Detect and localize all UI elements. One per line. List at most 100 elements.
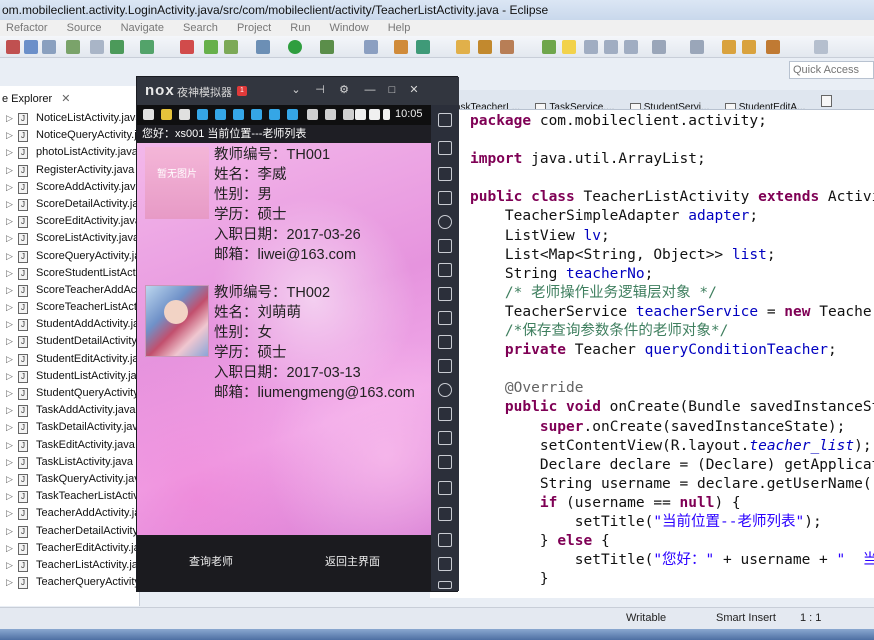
pin-icon[interactable]: ⊣ bbox=[313, 83, 327, 97]
home-icon[interactable] bbox=[438, 557, 452, 571]
menu-search[interactable]: Search bbox=[183, 22, 218, 34]
back-icon[interactable] bbox=[438, 533, 452, 547]
more-icon[interactable] bbox=[438, 481, 452, 495]
save-icon[interactable] bbox=[24, 40, 38, 54]
file-tree-item[interactable]: ▷ J TaskEditActivity.java bbox=[0, 437, 140, 454]
menu-run[interactable]: Run bbox=[290, 22, 310, 34]
toggle-block-icon[interactable] bbox=[584, 40, 598, 54]
debug-icon[interactable] bbox=[256, 40, 270, 54]
volume-down-icon[interactable] bbox=[438, 335, 452, 349]
apk-icon[interactable] bbox=[438, 263, 452, 277]
expand-arrow-icon[interactable]: ▷ bbox=[6, 196, 14, 213]
code-editor[interactable]: package com.mobileclient.activity; impor… bbox=[458, 110, 874, 598]
menu-help[interactable]: Help bbox=[388, 22, 411, 34]
record-icon[interactable] bbox=[438, 431, 452, 445]
volume-icon[interactable] bbox=[438, 167, 452, 181]
file-tree-item[interactable]: ▷ J ScoreListActivity.java bbox=[0, 230, 140, 247]
expand-arrow-icon[interactable]: ▷ bbox=[6, 333, 14, 350]
quick-access-input[interactable] bbox=[789, 61, 874, 79]
file-tree-item[interactable]: ▷ J TeacherQueryActivity.java bbox=[0, 574, 162, 591]
expand-arrow-icon[interactable]: ▷ bbox=[6, 144, 14, 161]
expand-arrow-icon[interactable]: ▷ bbox=[6, 437, 14, 454]
forward-arrow-icon[interactable] bbox=[766, 40, 780, 54]
expand-arrow-icon[interactable]: ▷ bbox=[6, 282, 14, 299]
save-all-icon[interactable] bbox=[42, 40, 56, 54]
expand-arrow-icon[interactable]: ▷ bbox=[6, 230, 14, 247]
emulator-titlebar[interactable]: nox 夜神模拟器 1 ⌄ ⊣ ⚙ — □ ✕ bbox=[137, 77, 459, 105]
file-tree-item[interactable]: ▷ J StudentDetailActivity.java bbox=[0, 333, 159, 350]
search-icon[interactable] bbox=[500, 40, 514, 54]
expand-arrow-icon[interactable]: ▷ bbox=[6, 540, 14, 557]
query-teacher-button[interactable]: 查询老师 bbox=[189, 553, 233, 569]
fullscreen-icon[interactable] bbox=[438, 287, 452, 301]
file-tree-item[interactable]: ▷ J TaskTeacherListActivity.java bbox=[0, 488, 172, 505]
recent-apps-icon[interactable] bbox=[438, 581, 452, 589]
tab-student-edit[interactable]: StudentEditA... bbox=[719, 98, 812, 109]
expand-arrow-icon[interactable]: ▷ bbox=[6, 402, 14, 419]
expand-arrow-icon[interactable]: ▷ bbox=[6, 385, 14, 402]
show-whitespace-icon[interactable] bbox=[604, 40, 618, 54]
terminal-icon[interactable] bbox=[90, 40, 104, 54]
file-tree-item[interactable]: ▷ J NoticeListActivity.java bbox=[0, 110, 142, 127]
expand-arrow-icon[interactable]: ▷ bbox=[6, 488, 14, 505]
open-type-icon[interactable] bbox=[456, 40, 470, 54]
skip-breakpoints-icon[interactable] bbox=[364, 40, 378, 54]
expand-arrow-icon[interactable]: ▷ bbox=[6, 523, 14, 540]
expand-arrow-icon[interactable]: ▷ bbox=[6, 299, 14, 316]
file-tree-item[interactable]: ▷ J StudentAddActivity.java bbox=[0, 316, 151, 333]
back-icon[interactable] bbox=[722, 40, 736, 54]
new-icon[interactable] bbox=[6, 40, 20, 54]
tab-student-service[interactable]: StudentServi... bbox=[624, 98, 716, 109]
minimize-icon[interactable]: — bbox=[363, 83, 377, 97]
list-item[interactable]: 教师编号：TH002 姓名：刘萌萌 性别：女 学历：硕士 入职日期：2017-0… bbox=[137, 281, 431, 415]
file-tree-item[interactable]: ▷ J ScoreTeacherAddActivity.java bbox=[0, 282, 181, 299]
file-tree-item[interactable]: ▷ J TaskAddActivity.java bbox=[0, 402, 140, 419]
android-sdk-icon[interactable] bbox=[110, 40, 124, 54]
keyboard-icon[interactable] bbox=[438, 407, 452, 421]
file-tree-item[interactable]: ▷ J TeacherEditActivity.java bbox=[0, 540, 151, 557]
expand-arrow-icon[interactable]: ▷ bbox=[6, 505, 14, 522]
avd-icon[interactable] bbox=[204, 40, 218, 54]
file-tree-item[interactable]: ▷ J ScoreQueryActivity.java bbox=[0, 248, 152, 265]
scissors-icon[interactable] bbox=[438, 191, 452, 205]
phone-icon[interactable] bbox=[438, 141, 452, 155]
package-explorer-tab[interactable]: e Explorer ✕ bbox=[0, 90, 70, 108]
expand-arrow-icon[interactable]: ▷ bbox=[6, 110, 14, 127]
teacher-list[interactable]: 暂无图片 教师编号：TH001 姓名：李威 性别：男 学历：硕士 入职日期：20… bbox=[137, 143, 431, 535]
menu-navigate[interactable]: Navigate bbox=[121, 22, 164, 34]
highlight-icon[interactable] bbox=[562, 40, 576, 54]
last-edit-icon[interactable] bbox=[690, 40, 704, 54]
expand-arrow-icon[interactable]: ▷ bbox=[6, 316, 14, 333]
file-tree-item[interactable]: ▷ J TeacherDetailActivity.java bbox=[0, 523, 161, 540]
new-class-icon[interactable] bbox=[416, 40, 430, 54]
file-tree-item[interactable]: ▷ J TaskDetailActivity.java bbox=[0, 419, 144, 436]
chevron-down-icon[interactable]: ⌄ bbox=[289, 83, 303, 97]
external-tools-icon[interactable] bbox=[320, 40, 334, 54]
file-tree-item[interactable]: ▷ J ScoreTeacherListActivity.java bbox=[0, 299, 178, 316]
next-annotation-icon[interactable] bbox=[652, 40, 666, 54]
menu-window[interactable]: Window bbox=[330, 22, 369, 34]
gear-icon[interactable]: ⚙ bbox=[337, 83, 351, 97]
ddms-icon[interactable] bbox=[224, 40, 238, 54]
file-tree-item[interactable]: ▷ J ScoreDetailActivity.java bbox=[0, 196, 150, 213]
expand-arrow-icon[interactable]: ▷ bbox=[6, 574, 14, 591]
expand-arrow-icon[interactable]: ▷ bbox=[6, 351, 14, 368]
file-tree-item[interactable]: ▷ J TeacherAddActivity.java bbox=[0, 505, 152, 522]
annotation-icon[interactable] bbox=[542, 40, 556, 54]
expand-arrow-icon[interactable]: ▷ bbox=[6, 248, 14, 265]
file-tree-item[interactable]: ▷ J TaskQueryActivity.java bbox=[0, 471, 146, 488]
open-task-icon[interactable] bbox=[478, 40, 492, 54]
expand-arrow-icon[interactable]: ▷ bbox=[6, 162, 14, 179]
expand-arrow-icon[interactable]: ▷ bbox=[6, 419, 14, 436]
menu-project[interactable]: Project bbox=[237, 22, 271, 34]
file-tree-item[interactable]: ▷ J RegisterActivity.java bbox=[0, 162, 140, 179]
expand-arrow-icon[interactable]: ▷ bbox=[6, 368, 14, 385]
pilcrow-icon[interactable] bbox=[624, 40, 638, 54]
file-tree-item[interactable]: ▷ J ScoreAddActivity.java bbox=[0, 179, 142, 196]
close-icon[interactable]: ✕ bbox=[407, 83, 421, 97]
shake-icon[interactable] bbox=[438, 383, 452, 397]
screenshot-icon[interactable] bbox=[438, 359, 452, 373]
location-icon[interactable] bbox=[438, 215, 452, 229]
lint-icon[interactable] bbox=[180, 40, 194, 54]
expand-arrow-icon[interactable]: ▷ bbox=[6, 127, 14, 144]
